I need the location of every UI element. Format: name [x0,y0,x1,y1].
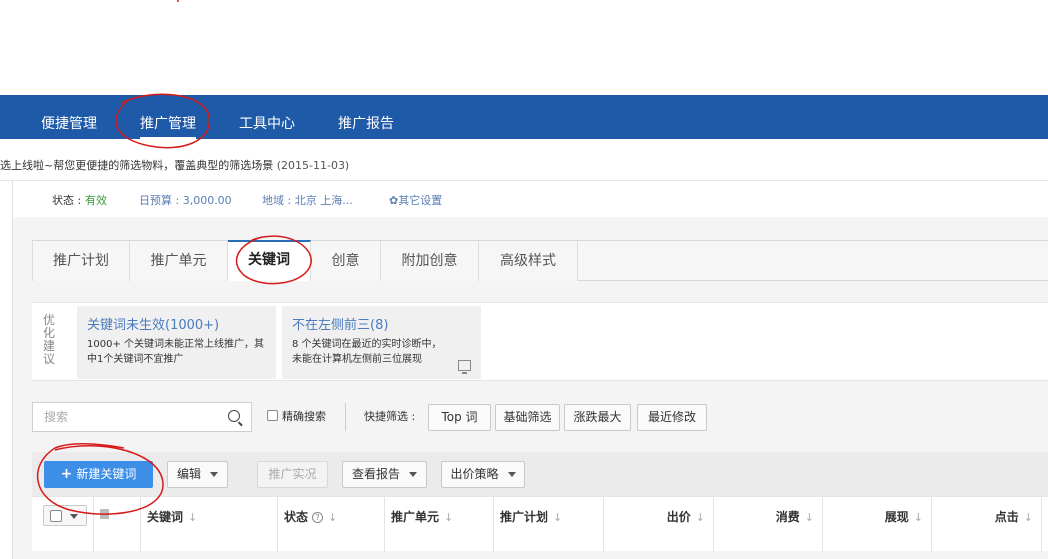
notice-bar[interactable]: 选上线啦~帮您更便捷的筛选物料，覆盖典型的筛选场景 (2015-11-03) [0,157,349,173]
notice-date: (2015-11-03) [276,159,350,172]
daily-budget[interactable]: 日预算 : 3,000.00 [139,192,232,208]
sort-icon[interactable]: ↓ [444,511,453,524]
chevron-down-icon [70,514,78,519]
sort-icon[interactable]: ↓ [1024,511,1033,524]
optimization-suggestions: 优 化 建 议 关键词未生效(1000+) 1000+ 个关键词未能正常上线推广… [32,302,1048,381]
column-campaign[interactable]: 推广计划 ↓ [494,497,604,552]
nav-item-promotion-report[interactable]: 推广报告 [338,113,394,133]
chevron-down-icon [507,472,516,477]
nav-item-promotion-manage[interactable]: 推广管理 [140,113,196,139]
exact-search-checkbox[interactable] [267,410,278,421]
suggestion-desc: 1000+ 个关键词未能正常上线推广，其中1个关键词不宜推广 [87,339,265,365]
other-settings-link[interactable]: ✿其它设置 [389,192,442,208]
plus-icon: + [60,466,73,482]
campaign-status-bar: 状态 : 有效 日预算 : 3,000.00 地域 : 北京 上海... ✿其它… [13,181,1048,217]
suggestion-card-not-top-three[interactable]: 不在左侧前三(8) 8 个关键词在最近的实时诊断中，未能在计算机左侧前三位展现 [282,306,481,379]
flag-column [94,497,141,552]
status-label: 状态 : [52,194,82,207]
edit-dropdown[interactable]: 编辑 [167,461,228,488]
view-report-dropdown[interactable]: 查看报告 [342,461,427,488]
suggestion-card-inactive-keywords[interactable]: 关键词未生效(1000+) 1000+ 个关键词未能正常上线推广，其中1个关键词… [77,306,276,379]
main-panel: 状态 : 有效 日预算 : 3,000.00 地域 : 北京 上海... ✿其它… [12,181,1048,559]
select-column [32,497,94,552]
column-status[interactable]: 状态? ↓ [278,497,385,552]
notice-text: 选上线啦~帮您更便捷的筛选物料，覆盖典型的筛选场景 [0,159,274,172]
sort-icon[interactable]: ↓ [696,511,705,524]
suggestion-desc: 8 个关键词在最近的实时诊断中，未能在计算机左侧前三位展现 [292,339,442,365]
help-icon[interactable]: ? [312,512,324,523]
column-cost[interactable]: 消费 ↓ [714,497,823,552]
top-nav-bar: 便捷管理 推广管理 工具中心 推广报告 [0,95,1048,139]
search-icon[interactable] [228,410,240,422]
tab-campaign[interactable]: 推广计划 [32,241,130,281]
view-report-label: 查看报告 [351,467,400,481]
status-value: 有效 [85,194,107,207]
search-input[interactable] [32,402,252,432]
optimization-label: 优 化 建 议 [42,313,55,366]
exact-search-label[interactable]: 精确搜索 [282,408,326,424]
sort-icon[interactable]: ↓ [328,511,337,524]
nav-item-quick-manage[interactable]: 便捷管理 [41,113,97,133]
select-all-checkbox[interactable] [50,510,62,522]
select-all-dropdown[interactable] [43,505,87,526]
quick-filter-basic[interactable]: 基础筛选 [495,404,560,431]
tab-advanced-style[interactable]: 高级样式 [479,241,578,281]
gear-icon: ✿ [389,194,399,207]
column-impressions[interactable]: 展现 ↓ [823,497,932,552]
chevron-down-icon [409,472,417,477]
sort-icon[interactable]: ↓ [188,511,197,524]
column-keyword[interactable]: 关键词 ↓ [141,497,278,552]
column-clicks[interactable]: 点击 ↓ [932,497,1042,552]
column-bid[interactable]: 出价 ↓ [604,497,714,552]
region-setting[interactable]: 地域 : 北京 上海... [262,192,353,208]
flag-icon[interactable] [100,509,109,519]
live-preview-button[interactable]: 推广实况 [257,461,328,488]
bid-strategy-dropdown[interactable]: 出价策略 [441,461,525,488]
quick-filter-label: 快捷筛选 : [364,410,416,423]
quick-filter-top-words[interactable]: Top 词 [428,404,491,431]
chevron-down-icon [210,472,218,477]
sort-icon[interactable]: ↓ [805,511,814,524]
sort-icon[interactable]: ↓ [914,511,923,524]
divider [345,403,346,431]
new-keyword-button[interactable]: + 新建关键词 [44,461,153,488]
quick-filter-recent-edit[interactable]: 最近修改 [637,404,707,431]
level-tabs: 推广计划 推广单元 关键词 创意 附加创意 高级样式 [32,240,1048,281]
tab-extension-creative[interactable]: 附加创意 [381,241,479,281]
tab-creative[interactable]: 创意 [311,241,381,281]
tab-adgroup[interactable]: 推广单元 [130,241,228,281]
quick-filter-biggest-change[interactable]: 涨跌最大 [564,404,631,431]
edit-label: 编辑 [176,467,201,481]
sort-icon[interactable]: ↓ [553,511,562,524]
new-keyword-label: 新建关键词 [76,467,137,481]
bid-strategy-label: 出价策略 [450,467,499,481]
column-adgroup[interactable]: 推广单元 ↓ [385,497,494,552]
nav-item-tool-center[interactable]: 工具中心 [239,113,295,133]
suggestion-title[interactable]: 关键词未生效(1000+) [87,314,266,333]
keyword-table-header: 关键词 ↓ 状态? ↓ 推广单元 ↓ 推广计划 ↓ 出价 ↓ 消费 ↓ 展现 ↓ 点击 ↓ [32,496,1048,552]
other-settings-label: 其它设置 [398,194,443,207]
suggestion-title[interactable]: 不在左侧前三(8) [292,314,471,333]
monitor-icon[interactable] [458,360,471,374]
tab-keyword[interactable]: 关键词 [228,240,311,281]
